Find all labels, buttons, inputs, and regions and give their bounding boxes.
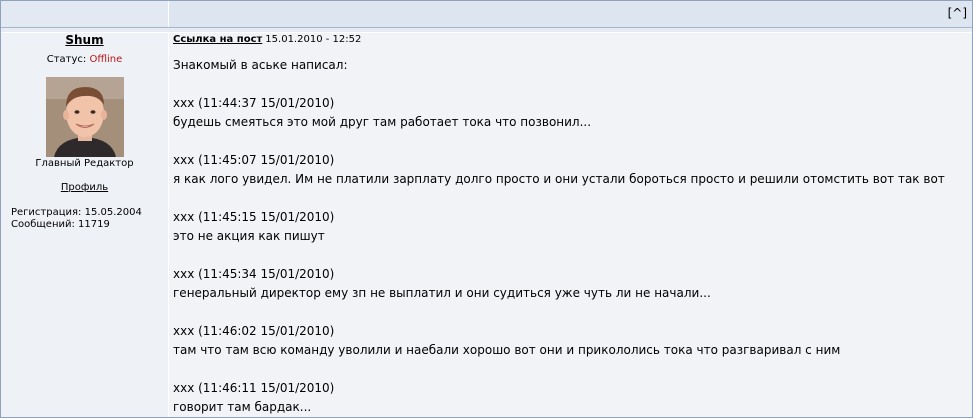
forum-post-frame: [^] Shum Статус: Offline Главный Редакто… bbox=[0, 0, 973, 418]
line-break bbox=[173, 360, 968, 379]
chat-message-header: xxx (11:45:34 15/01/2010) bbox=[173, 267, 335, 281]
status-value: Offline bbox=[89, 54, 123, 65]
line-break bbox=[173, 303, 968, 322]
author-rank: Главный Редактор bbox=[35, 158, 134, 169]
message-count: Сообщений: 11719 bbox=[11, 219, 110, 230]
author-sidebar: Shum Статус: Offline Главный Редактор Пр… bbox=[1, 33, 169, 417]
chat-message-header: xxx (11:45:07 15/01/2010) bbox=[173, 153, 335, 167]
chat-message-text: я как лого увидел. Им не платили зарплат… bbox=[173, 172, 945, 186]
status-label: Статус: bbox=[46, 54, 87, 65]
chat-message-header: xxx (11:45:15 15/01/2010) bbox=[173, 210, 335, 224]
chat-message-text: это не акция как пишут bbox=[173, 229, 325, 243]
author-status: Статус: Offline bbox=[1, 54, 168, 65]
chat-message-text: там что там всю команду уволили и наебал… bbox=[173, 343, 841, 357]
chat-message-header: xxx (11:46:11 15/01/2010) bbox=[173, 381, 335, 395]
author-stats: Регистрация: 15.05.2004 Сообщений: 11719 bbox=[11, 207, 142, 231]
line-break bbox=[173, 75, 968, 94]
chat-message-text: будешь смеяться это мой друг там работае… bbox=[173, 115, 592, 129]
chat-message-header: xxx (11:46:02 15/01/2010) bbox=[173, 324, 335, 338]
profile-link[interactable]: Профиль bbox=[1, 182, 168, 193]
chat-message-header: xxx (11:44:37 15/01/2010) bbox=[173, 96, 335, 110]
post-content: Ссылка на пост 15.01.2010 - 12:52 Знакомы… bbox=[169, 33, 972, 417]
line-break bbox=[173, 246, 968, 265]
line-break bbox=[173, 132, 968, 151]
post-permalink[interactable]: Ссылка на пост bbox=[173, 34, 262, 45]
post-body: Знакомый в аське написал: xxx (11:44:37 … bbox=[173, 56, 968, 417]
chat-message-text: генеральный директор ему зп не выплатил … bbox=[173, 286, 711, 300]
post-header: Ссылка на пост 15.01.2010 - 12:52 bbox=[173, 34, 361, 45]
line-break bbox=[173, 189, 968, 208]
registration-date: Регистрация: 15.05.2004 bbox=[11, 207, 142, 218]
chat-message-text: говорит там бардак... bbox=[173, 400, 312, 414]
top-bar-left-cell bbox=[1, 1, 169, 27]
avatar-photo-icon bbox=[46, 77, 124, 157]
avatar[interactable] bbox=[46, 77, 124, 157]
post-intro: Знакомый в аське написал: bbox=[173, 58, 348, 72]
scroll-to-top-link[interactable]: [^] bbox=[948, 6, 967, 20]
post-top-bar: [^] bbox=[1, 1, 972, 28]
author-name-link[interactable]: Shum bbox=[1, 33, 168, 47]
post-date: 15.01.2010 - 12:52 bbox=[265, 34, 362, 45]
